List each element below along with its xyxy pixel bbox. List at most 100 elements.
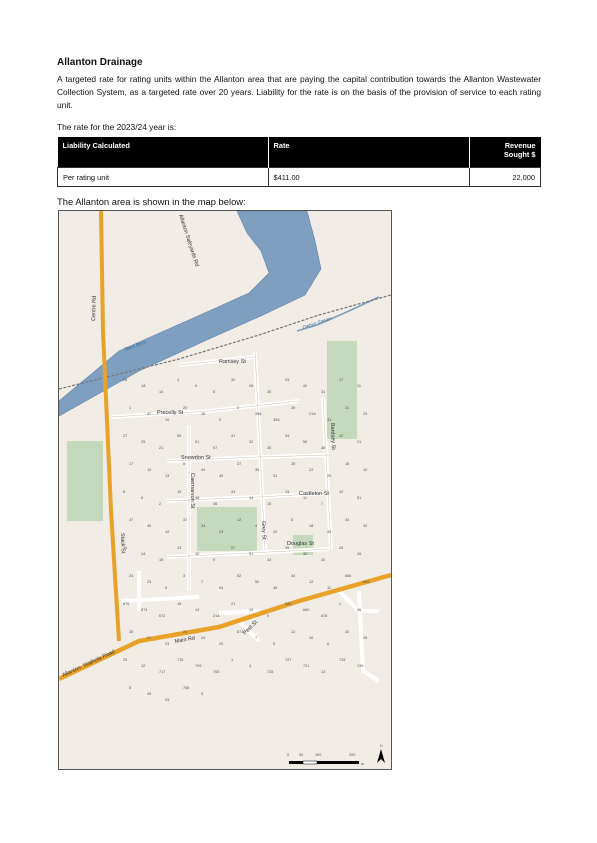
cell-rate: $411.00 [267, 167, 470, 187]
parcel-number: 42 [165, 530, 169, 534]
parcel-number: 9 [213, 558, 215, 562]
parcel-number: 45 [219, 474, 223, 478]
parcel-number: 674 [141, 608, 147, 612]
parcel-number: 9 [267, 614, 269, 618]
parcel-number: 7 [321, 502, 323, 506]
parcel-number: 24 [129, 574, 133, 578]
parcel-number: 39 [285, 546, 289, 550]
scale-unit: m [361, 762, 364, 766]
parcel-number: 67 [213, 446, 217, 450]
parcel-number: 26 [267, 446, 271, 450]
scale-tick-200: 200 [349, 753, 355, 757]
parcel-number: 671 [237, 630, 243, 634]
parcel-number: 30 [345, 630, 349, 634]
parcel-number: 34 [285, 434, 289, 438]
allanton-map: Centre Rd Allanton Saleyards Rd Ramsey S… [58, 210, 392, 770]
section-description: A targeted rate for rating units within … [57, 74, 541, 110]
parcel-number: 48 [273, 586, 277, 590]
parcel-number: 36 [357, 608, 361, 612]
parcel-number: 28 [363, 636, 367, 640]
table-header-row: Liability Calculated Rate Revenue Sought… [57, 137, 541, 168]
table-row: Per rating unit $411.00 22,000 [57, 167, 541, 187]
rate-intro: The rate for the 2023/24 year is: [57, 122, 177, 132]
parcel-number: 11 [357, 384, 361, 388]
scale-tick-0: 0 [287, 753, 289, 757]
parcel-number: 26 [267, 390, 271, 394]
header-revenue-label: Revenue Sought $ [503, 141, 536, 159]
parcel-number: 2 [237, 406, 239, 410]
map-caption: The Allanton area is shown in the map be… [57, 196, 246, 207]
rates-table: Liability Calculated Rate Revenue Sought… [57, 137, 541, 187]
parcel-number: 25 [123, 658, 127, 662]
parcel-number: 37 [237, 462, 241, 466]
parcel-number: 11 [303, 496, 307, 500]
parcel-number: 735 [339, 658, 345, 662]
parcel-number: 8 [123, 490, 125, 494]
parcel-number: 5 [273, 642, 275, 646]
parcel-number: 33 [201, 524, 205, 528]
parcel-number: 17 [129, 462, 133, 466]
parcel-number: 721 [303, 664, 309, 668]
header-rate: Rate [268, 137, 470, 168]
parcel-number: 13 [321, 670, 325, 674]
parcel-number: 38 [321, 446, 325, 450]
parcel-number: 44 [345, 518, 349, 522]
parcel-number: 32 [303, 552, 307, 556]
parcel-number: 1 [129, 406, 131, 410]
north-arrow-icon: N [377, 744, 385, 763]
parcel-number: 28 [291, 462, 295, 466]
parcel-number: 15 [159, 558, 163, 562]
parcel-number: 25 [141, 440, 145, 444]
parcel-number: 24 [165, 698, 169, 702]
parcel-number: 10 [309, 636, 313, 640]
scale-tick-50: 50 [299, 753, 303, 757]
parcel-number: 21 [231, 602, 235, 606]
parcel-number: 715 [177, 658, 183, 662]
label-saleyards-rd: Allanton Saleyards Rd [177, 214, 200, 268]
parcel-number: 725 [267, 670, 273, 674]
parcel-number: 16 [123, 546, 127, 550]
parcel-number: 32 [249, 440, 253, 444]
parcel-number: 6 [141, 496, 143, 500]
label-grey-st: Grey St [260, 521, 267, 540]
north-label: N [380, 744, 383, 748]
parcel-number: 45 [147, 524, 151, 528]
parcel-number: 749 [357, 664, 363, 668]
parcel-number: 5 [183, 462, 185, 466]
parcel-number: 676 [123, 602, 129, 606]
parcel-number: 33 [327, 418, 331, 422]
parcel-number: 39 [291, 406, 295, 410]
scale-bar: 0 50 100 200 m [287, 753, 364, 766]
parcel-number: 1A [141, 384, 146, 388]
parcel-number: 23 [219, 530, 223, 534]
parcel-number: 6 [327, 642, 329, 646]
label-douglas-st: Douglas St [287, 541, 314, 547]
parcel-number: 10 [195, 552, 199, 556]
parcel-number: 27 [123, 434, 127, 438]
parcel-number: 6 [165, 586, 167, 590]
label-caernarvon-st: Caernarvon St [189, 473, 195, 509]
parcel-number: 727 [285, 658, 291, 662]
map-graphic: Centre Rd Allanton Saleyards Rd Ramsey S… [59, 211, 391, 766]
parcel-number: 3 [201, 692, 203, 696]
park-left [67, 441, 103, 521]
parcel-number: 12 [291, 630, 295, 634]
parcel-number: 7 [201, 580, 203, 584]
parcel-number: 12 [237, 518, 241, 522]
parcel-number: 49 [327, 530, 331, 534]
parcel-number: 14 [141, 552, 145, 556]
parcel-number: 15 [177, 490, 181, 494]
parcel-number: 14 [249, 496, 253, 500]
parcel-number: 32 [339, 434, 343, 438]
section-title: Allanton Drainage [57, 57, 143, 68]
parcel-number: 398 [255, 412, 261, 416]
parcel-number: 7 [255, 636, 257, 640]
label-centre-rd: Centre Rd [91, 296, 98, 321]
parcel-number: 35 [129, 630, 133, 634]
parcel-number: 672 [159, 614, 165, 618]
parcel-number: 55 [177, 434, 181, 438]
parcel-number: 8 [213, 390, 215, 394]
parcel-number: 31 [345, 406, 349, 410]
parcel-number: 21A [309, 412, 316, 416]
parcel-number: 24 [201, 636, 205, 640]
